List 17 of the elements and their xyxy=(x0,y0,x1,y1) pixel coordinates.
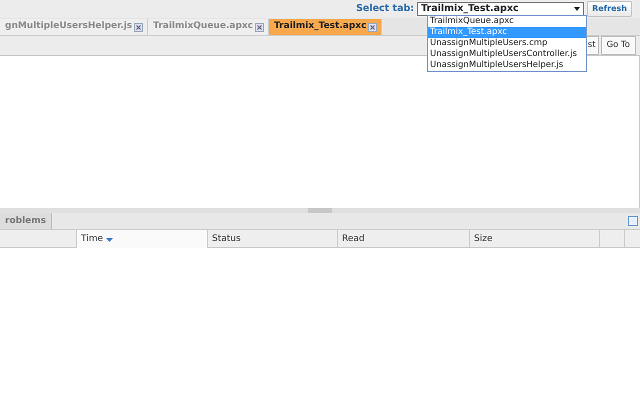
tab-select[interactable]: Trailmix_Test.apxc xyxy=(417,2,584,16)
select-tab-label: Select tab: xyxy=(356,2,414,16)
splitter-handle[interactable] xyxy=(308,208,332,213)
editor-tab[interactable]: Trailmix_Test.apxc xyxy=(269,19,382,35)
dropdown-option[interactable]: UnassignMultipleUsers.cmp xyxy=(428,38,586,49)
close-icon[interactable] xyxy=(135,24,142,30)
dropdown-option[interactable]: UnassignMultipleUsersHelper.js xyxy=(428,60,586,71)
close-icon[interactable] xyxy=(256,24,264,30)
close-icon[interactable] xyxy=(369,24,376,30)
sort-arrow-icon xyxy=(106,238,114,242)
toolbar-button[interactable]: Go To xyxy=(600,36,636,55)
caret-icon xyxy=(574,7,580,11)
dropdown-option[interactable]: UnassignMultipleUsersController.js xyxy=(428,49,586,60)
collapse-icon[interactable] xyxy=(628,216,638,226)
column-header[interactable]: Time xyxy=(77,230,208,250)
dropdown-option[interactable]: TrailmixQueue.apxc xyxy=(428,16,586,27)
refresh-button[interactable]: Refresh xyxy=(587,1,632,17)
